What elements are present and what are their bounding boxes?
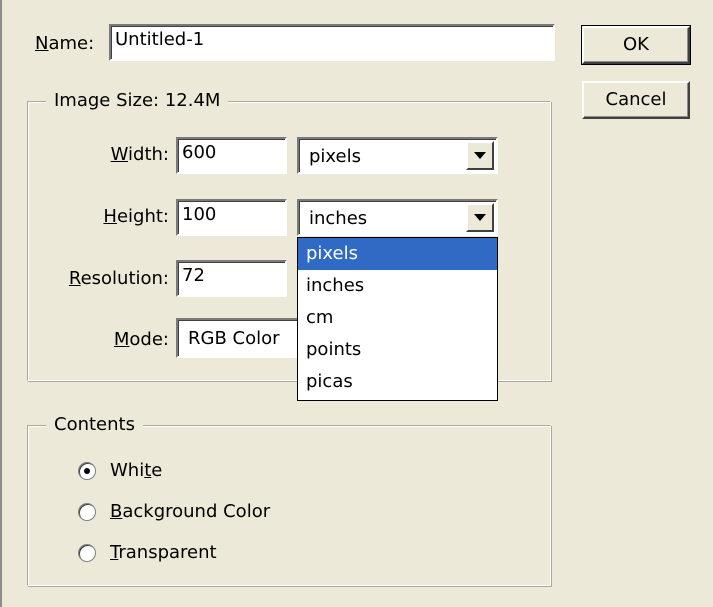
width-unit-value: pixels	[309, 146, 361, 167]
dropdown-option-picas[interactable]: picas	[298, 366, 497, 398]
height-unit-dropdown-button[interactable]	[466, 203, 494, 232]
chevron-down-icon	[474, 152, 486, 159]
dropdown-option-pixels[interactable]: pixels	[298, 238, 497, 270]
radio-transparent-indicator[interactable]	[78, 544, 96, 562]
width-label: Width:	[110, 144, 169, 165]
name-input[interactable]: Untitled-1	[109, 24, 555, 61]
width-unit-dropdown-button[interactable]	[466, 141, 494, 170]
height-label: Height:	[103, 206, 169, 227]
height-input[interactable]: 100	[176, 199, 287, 236]
dropdown-option-cm[interactable]: cm	[298, 302, 497, 334]
name-label: Name:	[35, 33, 95, 54]
unit-dropdown-list: pixels inches cm points picas	[297, 237, 498, 401]
height-unit-select[interactable]: inches	[297, 199, 498, 236]
radio-transparent[interactable]: Transparent	[78, 541, 217, 565]
radio-white[interactable]: White	[78, 459, 162, 483]
height-unit-value: inches	[309, 208, 368, 229]
mode-value: RGB Color	[188, 328, 280, 349]
radio-transparent-label: Transparent	[110, 542, 217, 563]
radio-white-label: White	[110, 460, 163, 481]
contents-legend: Contents	[46, 413, 143, 437]
radio-background-color-label: Background Color	[110, 501, 271, 522]
mode-label: Mode:	[113, 329, 169, 350]
cancel-button[interactable]: Cancel	[582, 81, 690, 119]
new-image-dialog: Name: Untitled-1 OK Cancel Image Size: 1…	[0, 0, 713, 607]
radio-white-indicator[interactable]	[78, 462, 96, 480]
resolution-input[interactable]: 72	[176, 260, 287, 297]
width-input[interactable]: 600	[176, 137, 287, 174]
radio-background-color[interactable]: Background Color	[78, 500, 270, 524]
chevron-down-icon	[474, 214, 486, 221]
ok-button[interactable]: OK	[581, 25, 691, 65]
width-unit-select[interactable]: pixels	[297, 137, 498, 174]
dropdown-option-points[interactable]: points	[298, 334, 497, 366]
resolution-label: Resolution:	[68, 268, 169, 289]
radio-background-color-indicator[interactable]	[78, 503, 96, 521]
dropdown-option-inches[interactable]: inches	[298, 270, 497, 302]
image-size-legend: Image Size: 12.4M	[46, 89, 229, 113]
